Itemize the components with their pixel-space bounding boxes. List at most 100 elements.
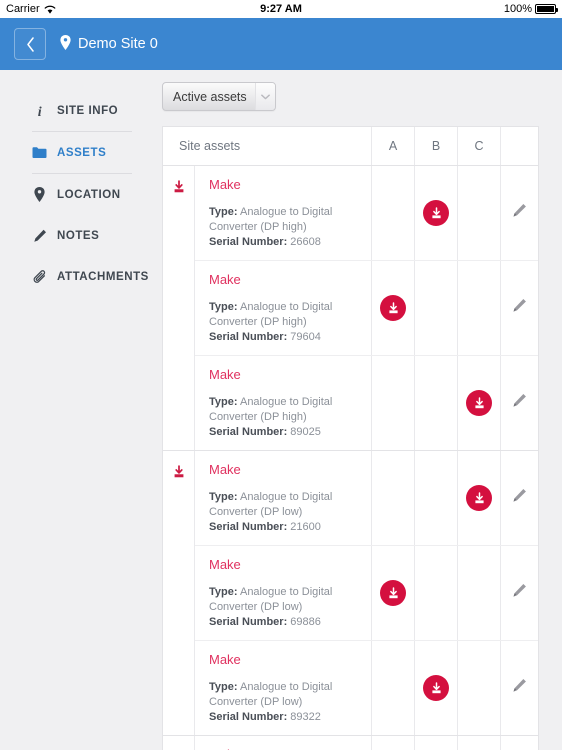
svg-text:i: i	[37, 105, 41, 118]
group-download-gutter	[163, 166, 195, 450]
sidebar-item-label: NOTES	[57, 229, 100, 242]
sidebar-item-attachments[interactable]: ATTACHMENTS	[0, 256, 152, 297]
download-cell-c	[457, 451, 500, 545]
download-cell-c	[457, 356, 500, 450]
pencil-icon	[32, 229, 47, 243]
download-cell-a	[371, 356, 414, 450]
download-cell-c	[457, 166, 500, 260]
asset-type: Type: Analogue to Digital Converter (DP …	[209, 206, 333, 233]
table-header-row: Site assets A B C	[163, 127, 538, 166]
edit-cell	[500, 736, 538, 750]
sidebar-item-assets[interactable]: ASSETS	[0, 132, 152, 173]
edit-cell	[500, 451, 538, 545]
pencil-icon[interactable]	[512, 203, 527, 223]
download-cell-c	[457, 736, 500, 750]
sidebar: i SITE INFO ASSETS LOCATION NOTES ATTACH…	[0, 70, 152, 750]
edit-cell	[500, 166, 538, 260]
download-cell-a	[371, 736, 414, 750]
download-cell-a	[371, 451, 414, 545]
asset-group: Make Type: Analogue to Digital Converter …	[163, 166, 538, 451]
table-body: Make Type: Analogue to Digital Converter …	[163, 166, 538, 750]
back-button[interactable]	[14, 28, 46, 60]
table-row: Make Type: Analogue to Digital Converter …	[195, 546, 538, 641]
app-header: Demo Site 0	[0, 18, 562, 70]
asset-serial: Serial Number: 79604	[209, 331, 321, 343]
sidebar-item-notes[interactable]: NOTES	[0, 215, 152, 256]
asset-make-link[interactable]: Make	[209, 652, 241, 667]
download-cell-a	[371, 546, 414, 640]
download-cell-c	[457, 261, 500, 355]
asset-info-cell: Make Type: Analogue to Digital Converter …	[195, 641, 371, 735]
download-button[interactable]	[380, 580, 406, 606]
page-body: i SITE INFO ASSETS LOCATION NOTES ATTACH…	[0, 70, 562, 750]
asset-info-cell: MakeType: Analogue to Digital Converter …	[195, 451, 371, 545]
download-cell-b	[414, 736, 457, 750]
asset-make-link[interactable]: Make	[209, 557, 241, 572]
asset-filter-dropdown[interactable]: Active assets	[162, 82, 276, 111]
asset-make-link[interactable]: Make	[209, 177, 241, 192]
download-cell-b	[414, 166, 457, 260]
download-icon[interactable]	[172, 465, 186, 735]
download-button[interactable]	[423, 675, 449, 701]
asset-info-cell: Make Type: Analogue to Digital Converter …	[195, 356, 371, 450]
asset-serial: Serial Number: 89025	[209, 426, 321, 438]
asset-type: Type: Analogue to Digital Converter (DP …	[209, 586, 333, 613]
download-button[interactable]	[466, 485, 492, 511]
chevron-left-icon	[26, 36, 35, 52]
asset-meta: Type: Analogue to Digital Converter (DP …	[209, 395, 359, 440]
paperclip-icon	[32, 269, 47, 284]
download-button[interactable]	[423, 200, 449, 226]
table-row: Make Type: Analogue to Digital Converter …	[195, 166, 538, 261]
asset-serial: Serial Number: 21600	[209, 521, 321, 533]
status-bar-left: Carrier	[6, 3, 56, 15]
chevron-down-icon[interactable]	[255, 83, 275, 110]
pencil-icon[interactable]	[512, 678, 527, 698]
pencil-icon[interactable]	[512, 488, 527, 508]
download-icon[interactable]	[172, 180, 186, 450]
pencil-icon[interactable]	[512, 393, 527, 413]
app-root: Carrier 9:27 AM 100% Demo Site 0 i SITE …	[0, 0, 562, 750]
battery-percent-label: 100%	[503, 3, 532, 15]
table-row: Make Type: Analogue to Digital Converter …	[195, 451, 538, 546]
download-cell-b	[414, 641, 457, 735]
column-header-c: C	[457, 127, 500, 165]
table-row: Make Type: Analogue to Digital Converter …	[195, 641, 538, 735]
map-pin-icon	[60, 34, 71, 54]
sidebar-item-label: SITE INFO	[57, 104, 119, 117]
download-button[interactable]	[380, 295, 406, 321]
asset-rows: Make Type: Analogue to Digital Converter …	[195, 166, 538, 450]
group-download-gutter	[163, 451, 195, 735]
download-cell-c	[457, 546, 500, 640]
page-title: Demo Site 0	[78, 36, 158, 52]
pencil-icon[interactable]	[512, 583, 527, 603]
asset-make-link[interactable]: Make	[209, 462, 241, 477]
edit-cell	[500, 356, 538, 450]
status-bar-right: 100%	[503, 3, 558, 15]
download-cell-c	[457, 641, 500, 735]
sidebar-item-site-info[interactable]: i SITE INFO	[0, 90, 152, 131]
download-cell-a	[371, 261, 414, 355]
status-bar-time: 9:27 AM	[260, 3, 302, 15]
column-header-edit	[500, 127, 538, 165]
site-title-group: Demo Site 0	[60, 34, 158, 54]
asset-group: Make Type: Analogue to Digital Converter …	[163, 451, 538, 736]
asset-meta: Type: Analogue to Digital Converter (DP …	[209, 680, 359, 725]
asset-make-link[interactable]: Make	[209, 272, 241, 287]
edit-cell	[500, 641, 538, 735]
asset-group: MakeType: Analogue to Digital Converter …	[163, 736, 538, 750]
asset-info-cell: MakeType: Analogue to Digital Converter …	[195, 736, 371, 750]
asset-make-link[interactable]: Make	[209, 367, 241, 382]
asset-meta: Type: Analogue to Digital Converter (DP …	[209, 300, 359, 345]
download-button[interactable]	[466, 390, 492, 416]
wifi-icon	[44, 5, 56, 14]
download-cell-b	[414, 356, 457, 450]
asset-serial: Serial Number: 69886	[209, 616, 321, 628]
asset-serial: Serial Number: 89322	[209, 711, 321, 723]
asset-rows: MakeType: Analogue to Digital Converter …	[195, 736, 538, 750]
sidebar-item-location[interactable]: LOCATION	[0, 174, 152, 215]
battery-full-icon	[535, 4, 558, 14]
status-bar: Carrier 9:27 AM 100%	[0, 0, 562, 18]
pencil-icon[interactable]	[512, 298, 527, 318]
asset-info-cell: Make Type: Analogue to Digital Converter …	[195, 546, 371, 640]
asset-info-cell: Make Type: Analogue to Digital Converter …	[195, 261, 371, 355]
